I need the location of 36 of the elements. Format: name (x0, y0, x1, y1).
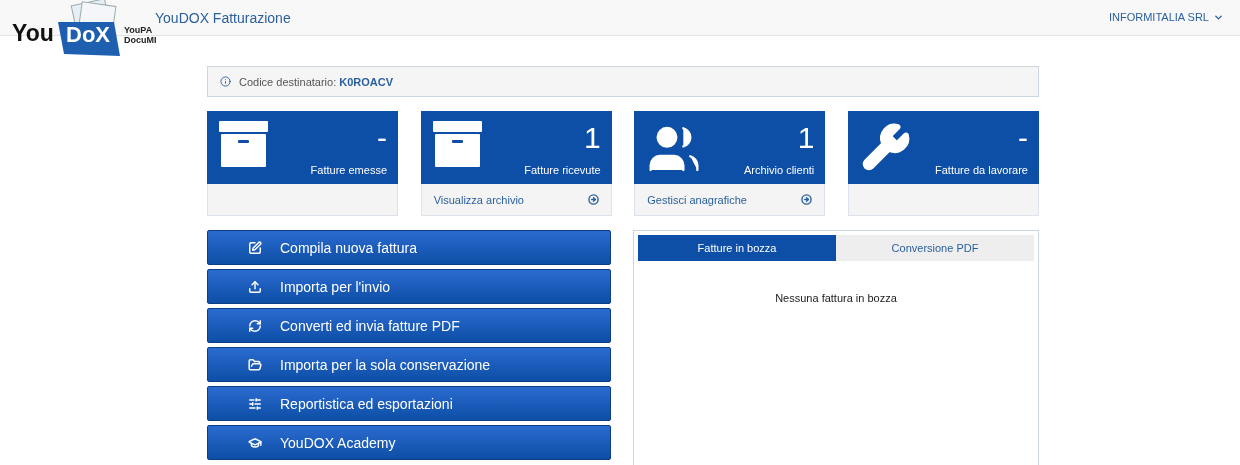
archive-box-icon (432, 121, 482, 167)
action-button[interactable]: Importa per la sola conservazione (207, 347, 611, 382)
panel-tab[interactable]: Fatture in bozza (638, 235, 836, 261)
action-button[interactable]: Reportistica ed esportazioni (207, 386, 611, 421)
upload-icon (248, 279, 262, 294)
stat-label: Archivio clienti (744, 164, 815, 176)
stat-value: 1 (583, 121, 601, 155)
app-title: YouDOX Fatturazione (155, 10, 291, 26)
edit-icon (248, 240, 262, 255)
logo-tagline: YouPA DocuMI (124, 25, 157, 45)
info-icon (220, 76, 231, 87)
arrow-circle-icon (587, 194, 599, 205)
stat-value: 1 (797, 121, 815, 155)
tile-link[interactable]: Visualizza archivio (421, 193, 611, 206)
logo-text: DoX (66, 22, 110, 48)
archive-box-icon (219, 121, 268, 167)
action-button[interactable]: Importa per l'invio (207, 269, 611, 304)
stat-label: Fatture emesse (310, 164, 387, 176)
action-button[interactable]: Compila nuova fattura (207, 230, 611, 265)
refresh-icon (248, 318, 262, 333)
stat-label: Fatture ricevute (524, 164, 601, 176)
sliders-icon (248, 396, 262, 411)
tile-link[interactable]: Gestisci anagrafiche (635, 193, 825, 206)
action-button[interactable]: Converti ed invia fatture PDF (207, 308, 611, 343)
account-menu[interactable]: INFORMITALIA SRL (1108, 11, 1224, 23)
stat-value: - (1017, 121, 1028, 155)
folder-icon (248, 357, 262, 372)
logo-text: You (12, 20, 54, 47)
info-text: Codice destinatario: K0ROACV (239, 75, 394, 88)
arrow-circle-icon (801, 194, 813, 205)
empty-message: Nessuna fattura in bozza (774, 292, 898, 304)
stat-label: Fatture da lavorare (935, 164, 1028, 176)
action-button[interactable]: YouDOX Academy (207, 425, 611, 460)
panel-tab[interactable]: Conversione PDF (836, 235, 1034, 261)
graduation-cap-icon (248, 435, 262, 450)
stat-value: - (377, 121, 387, 155)
